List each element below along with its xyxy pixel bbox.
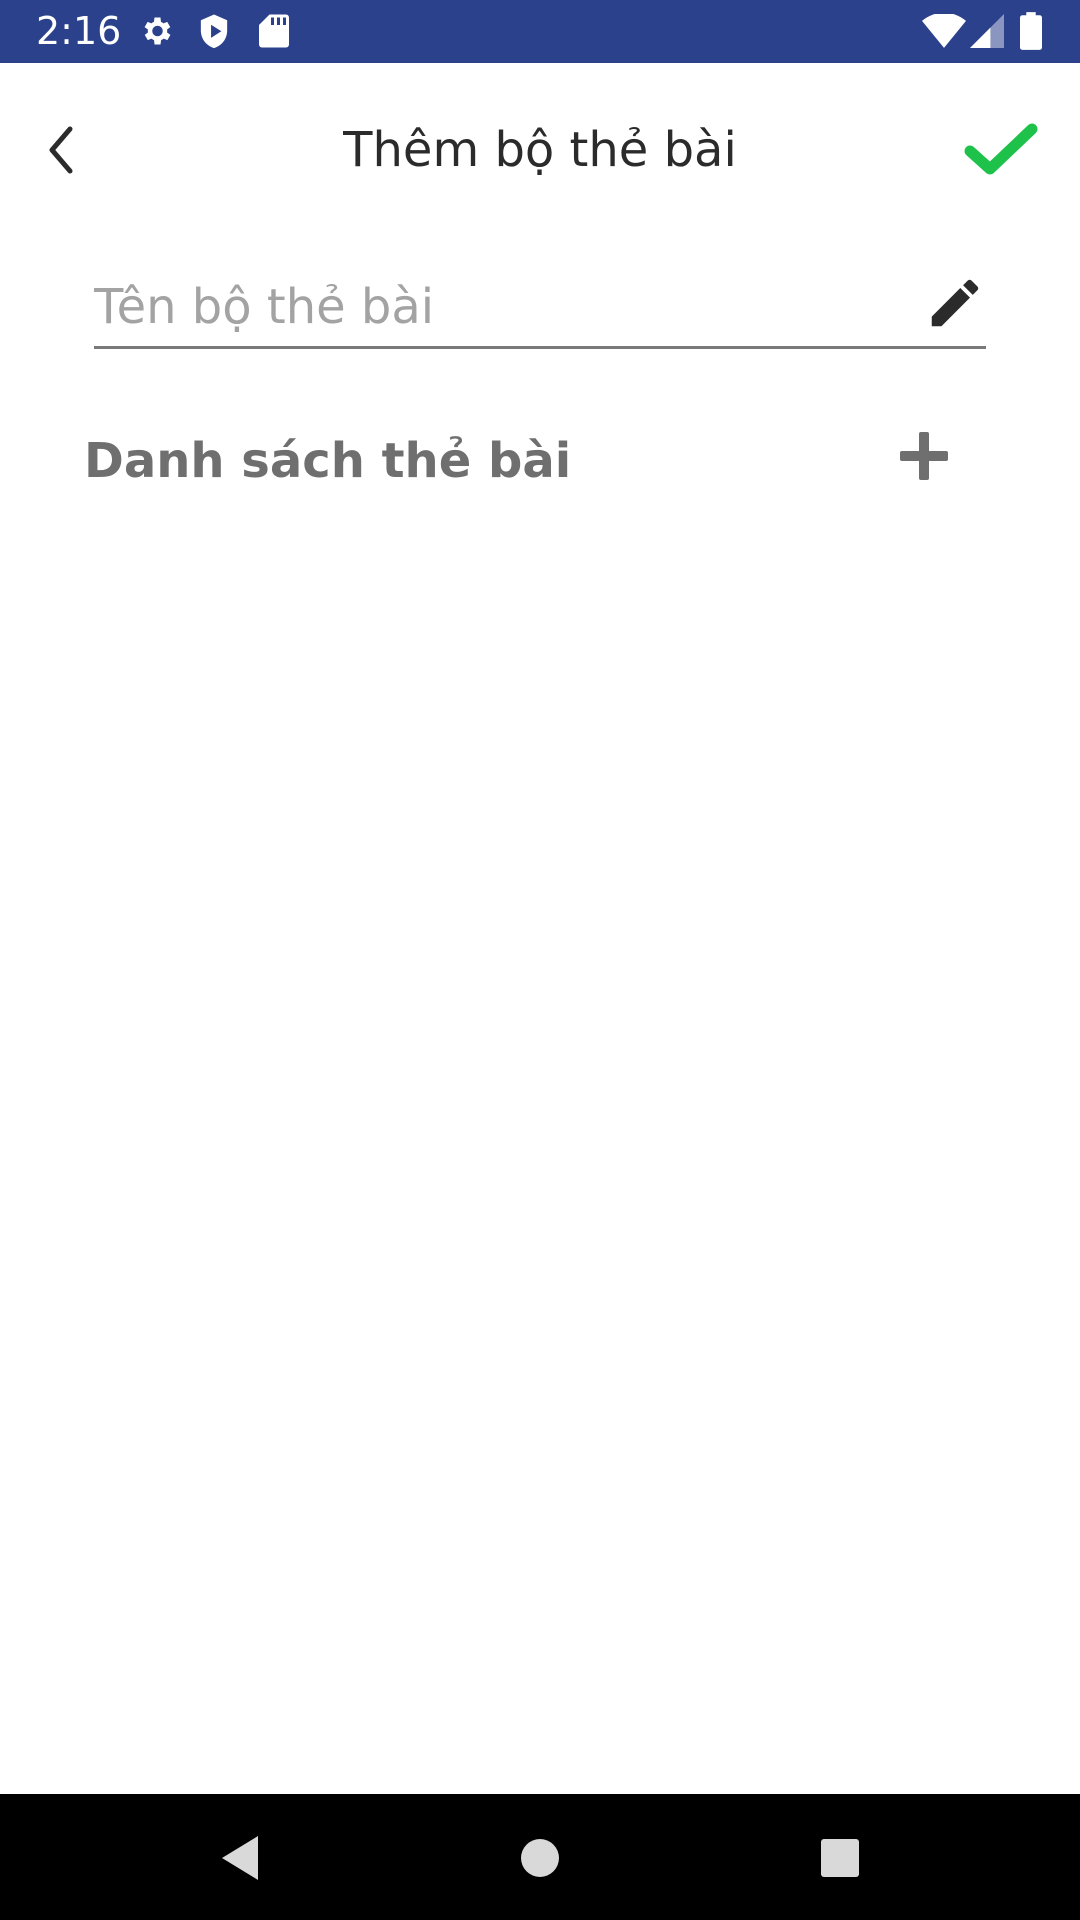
battery-icon <box>1020 12 1042 50</box>
pencil-icon[interactable] <box>924 272 986 334</box>
navigation-bar <box>0 1794 1080 1920</box>
status-time: 2:16 <box>36 9 122 53</box>
card-list-header: Danh sách thẻ bài <box>84 433 572 489</box>
add-card-button[interactable] <box>896 428 952 484</box>
status-bar: 2:16 <box>0 0 1080 63</box>
checkmark-icon <box>964 123 1038 175</box>
settings-icon <box>144 17 171 45</box>
nav-recents-icon[interactable] <box>814 1832 866 1884</box>
confirm-button[interactable] <box>964 115 1038 185</box>
app-bar: Thêm bộ thẻ bài <box>0 63 1080 228</box>
sd-card-icon <box>259 14 289 48</box>
page-title: Thêm bộ thẻ bài <box>343 122 737 178</box>
deck-name-field <box>94 268 986 349</box>
shield-play-icon <box>200 14 228 49</box>
signal-icon <box>970 14 1004 48</box>
wifi-icon <box>922 14 966 48</box>
nav-home-icon[interactable] <box>514 1832 566 1884</box>
nav-back-icon[interactable] <box>214 1832 266 1884</box>
plus-icon <box>900 432 948 480</box>
deck-name-input[interactable] <box>94 268 894 346</box>
